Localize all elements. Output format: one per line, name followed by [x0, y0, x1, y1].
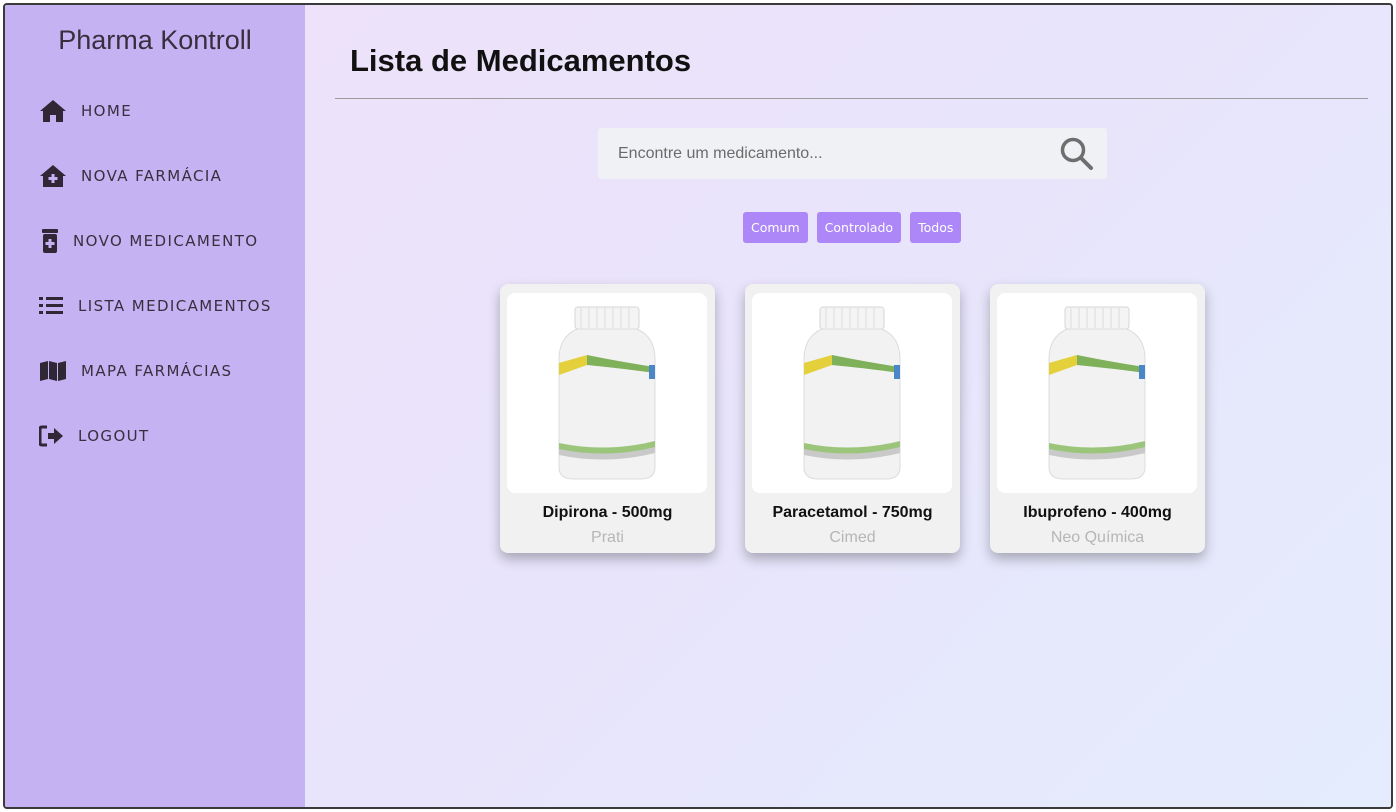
map-icon: [39, 357, 67, 385]
medicine-lab: Prati: [591, 529, 624, 546]
sidebar-item-label: MAPA FARMÁCIAS: [81, 362, 233, 380]
search-bar: [598, 128, 1107, 179]
medicine-lab: Cimed: [829, 529, 876, 546]
house-plus-icon: [39, 162, 67, 190]
logout-icon: [39, 422, 65, 450]
sidebar-item-label: NOVO MEDICAMENTO: [73, 232, 259, 250]
search-input[interactable]: [598, 128, 1047, 179]
medicine-name: Dipirona - 500mg: [542, 504, 673, 521]
sidebar-item-home[interactable]: HOME: [39, 94, 132, 128]
sidebar-item-lista-medicamentos[interactable]: LISTA MEDICAMENTOS: [39, 289, 272, 323]
medicine-name: Paracetamol - 750mg: [772, 504, 933, 521]
filter-todos-button[interactable]: Todos: [910, 212, 962, 243]
medicine-card[interactable]: Dipirona - 500mg Prati: [500, 284, 715, 553]
medicine-image: [507, 293, 707, 493]
sidebar-item-label: LOGOUT: [78, 427, 150, 445]
filter-group: Comum Controlado Todos: [743, 212, 962, 243]
sidebar-item-label: NOVA FARMÁCIA: [81, 167, 223, 185]
filter-controlado-button[interactable]: Controlado: [816, 212, 902, 243]
app-window: Pharma Kontroll HOME NOVA FARMÁCIA NOVO …: [3, 3, 1393, 809]
sidebar-item-nova-farmacia[interactable]: NOVA FARMÁCIA: [39, 159, 222, 193]
main-content: Lista de Medicamentos Comum Controlado T…: [305, 5, 1391, 807]
medicine-card-list: Dipirona - 500mg Prati Paracetamol - 750…: [500, 284, 1205, 553]
medicine-lab: Neo Química: [1050, 529, 1145, 546]
filter-comum-button[interactable]: Comum: [743, 212, 808, 243]
medicine-bottle-icon: [39, 227, 61, 255]
sidebar: Pharma Kontroll HOME NOVA FARMÁCIA NOVO …: [5, 5, 305, 807]
home-icon: [39, 97, 67, 125]
list-icon: [39, 292, 63, 320]
medicine-card[interactable]: Ibuprofeno - 400mg Neo Química: [990, 284, 1205, 553]
brand-title: Pharma Kontroll: [58, 25, 252, 55]
search-icon[interactable]: [1047, 128, 1107, 179]
sidebar-item-mapa-farmacias[interactable]: MAPA FARMÁCIAS: [39, 354, 232, 388]
sidebar-item-label: HOME: [81, 102, 133, 120]
medicine-name: Ibuprofeno - 400mg: [1023, 504, 1172, 521]
sidebar-item-logout[interactable]: LOGOUT: [39, 419, 150, 453]
medicine-card[interactable]: Paracetamol - 750mg Cimed: [745, 284, 960, 553]
divider: [335, 98, 1368, 99]
sidebar-item-label: LISTA MEDICAMENTOS: [78, 297, 272, 315]
sidebar-item-novo-medicamento[interactable]: NOVO MEDICAMENTO: [39, 224, 258, 258]
page-title: Lista de Medicamentos: [350, 43, 692, 78]
medicine-image: [997, 293, 1197, 493]
medicine-image: [752, 293, 952, 493]
